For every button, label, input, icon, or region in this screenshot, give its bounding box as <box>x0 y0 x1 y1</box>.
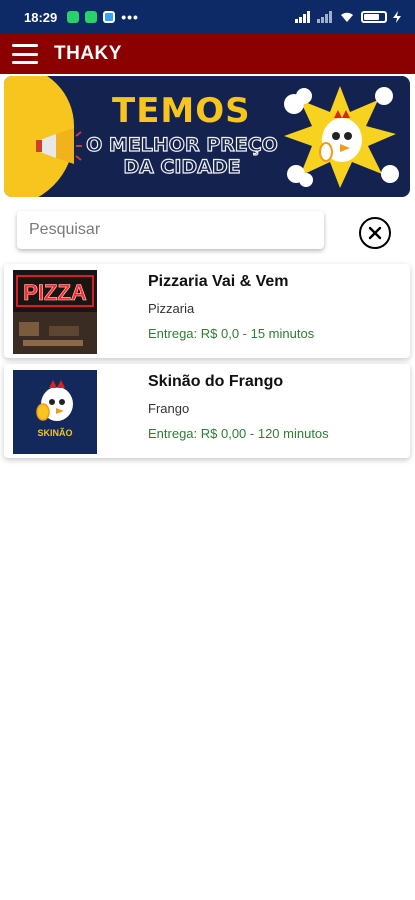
app-bar: THAKY <box>0 34 415 74</box>
banner-headline: TEMOS <box>112 91 251 131</box>
overflow-dots: ••• <box>121 9 139 25</box>
status-right-icons <box>295 11 401 23</box>
thumb-text: SKINÃO <box>37 428 72 438</box>
restaurant-delivery: Entrega: R$ 0,00 - 120 minutos <box>148 426 329 441</box>
charging-icon <box>393 11 401 23</box>
restaurant-name: Skinão do Frango <box>148 373 284 390</box>
clear-search-button[interactable] <box>359 217 391 249</box>
restaurant-card[interactable]: SKINÃO Skinão do Frango Frango Entrega: … <box>4 364 410 458</box>
promo-banner[interactable]: TEMOS O MELHOR PREÇO DA CIDADE <box>4 76 410 197</box>
restaurant-image: PIZZA <box>13 270 97 354</box>
chicken-mascot-icon <box>284 86 399 188</box>
signal-icon <box>295 11 310 23</box>
battery-icon <box>361 11 387 23</box>
restaurant-category: Pizzaria <box>148 301 195 316</box>
megaphone-icon <box>36 128 82 164</box>
restaurant-delivery: Entrega: R$ 0,0 - 15 minutos <box>148 326 315 341</box>
whatsapp-business-icon <box>85 11 98 23</box>
banner-subline-1: O MELHOR PREÇO <box>86 133 279 156</box>
restaurant-name: Pizzaria Vai & Vem <box>148 273 289 290</box>
search-box[interactable] <box>17 211 324 249</box>
wifi-icon <box>341 12 353 22</box>
search-input[interactable] <box>17 211 324 249</box>
app-title: THAKY <box>54 43 122 64</box>
status-time: 18:29 <box>24 9 58 25</box>
status-bar: 18:29 ••• <box>0 0 415 34</box>
restaurant-image: SKINÃO <box>13 370 97 454</box>
restaurant-category: Frango <box>148 401 190 416</box>
menu-icon[interactable] <box>12 44 38 64</box>
banner-subline-2: DA CIDADE <box>123 155 242 178</box>
app-icon <box>103 11 116 23</box>
restaurant-card[interactable]: PIZZA Pizzaria Vai & Vem Pizzaria Entreg… <box>4 264 410 358</box>
thumb-text: PIZZA <box>23 280 87 305</box>
close-icon <box>368 226 382 240</box>
signal-icon-2 <box>317 11 332 23</box>
banner-subline: O MELHOR PREÇO DA CIDADE <box>82 133 282 178</box>
whatsapp-icon <box>67 11 80 23</box>
